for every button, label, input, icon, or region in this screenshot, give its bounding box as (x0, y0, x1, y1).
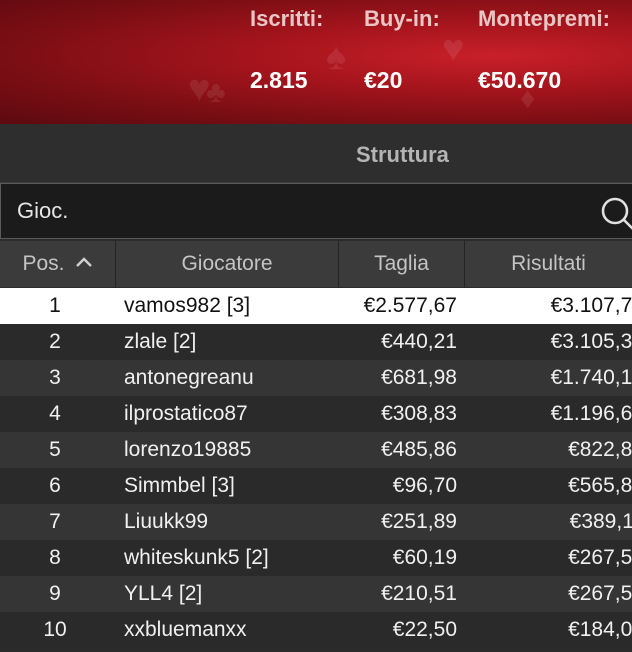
position-cell: 4 (49, 402, 61, 425)
table-row[interactable]: 2 zlale [2] €440,21 €3.105,31 (0, 324, 632, 360)
player-name-cell: vamos982 [3] (124, 294, 251, 317)
position-cell: 7 (49, 510, 61, 533)
table-row[interactable]: 7 Liuukk99 €251,89 €389,11 (0, 504, 632, 540)
player-search-input[interactable] (17, 196, 577, 226)
player-name-cell: zlale [2] (124, 330, 197, 353)
prize-pool-label: Montepremi: (478, 6, 610, 31)
position-cell: 6 (49, 474, 61, 497)
column-header-pos[interactable]: Pos. (0, 241, 116, 287)
player-name-cell: antonegreanu (124, 366, 254, 389)
position-cell: 8 (49, 546, 61, 569)
table-row[interactable]: 9 YLL4 [2] €210,51 €267,57 (0, 576, 632, 612)
table-header: Pos. Giocatore Taglia Risultati (0, 241, 632, 287)
column-header-player[interactable]: Giocatore (116, 241, 339, 287)
table-row[interactable]: 1 vamos982 [3] €2.577,67 €3.107,73 (0, 288, 632, 324)
club-suit-icon: ♣ (206, 76, 226, 109)
player-name-cell: Liuukk99 (124, 510, 209, 533)
result-cell: €822,87 (568, 438, 632, 461)
result-cell: €1.740,17 (550, 366, 632, 389)
player-name-cell: YLL4 [2] (124, 582, 203, 605)
column-header-results[interactable]: Risultati (465, 241, 632, 287)
result-cell: €1.196,64 (550, 402, 632, 425)
result-cell: €3.107,73 (550, 294, 632, 317)
stack-size-cell: €681,98 (381, 366, 457, 389)
tournament-banner: ♥ ♣ ♠ ♥ ♦ Iscritti: 2.815 Buy-in: €20 Mo… (0, 0, 632, 124)
prize-pool-value: €50.670 (478, 67, 562, 93)
stack-size-cell: €251,89 (381, 510, 457, 533)
table-row[interactable]: 3 antonegreanu €681,98 €1.740,17 (0, 360, 632, 396)
position-cell: 1 (49, 294, 61, 317)
result-cell: €3.105,31 (550, 330, 632, 353)
stack-size-cell: €440,21 (381, 330, 457, 353)
position-cell: 2 (49, 330, 61, 353)
table-row[interactable]: 6 Simmbel [3] €96,70 €565,85 (0, 468, 632, 504)
buyin-label: Buy-in: (364, 6, 440, 31)
column-header-pos-label: Pos. (22, 252, 65, 275)
player-name-cell: xxbluemanxx (124, 618, 247, 641)
sort-ascending-icon[interactable] (75, 256, 93, 268)
heart-suit-icon: ♥ (442, 28, 465, 70)
result-cell: €565,85 (568, 474, 632, 497)
spade-suit-icon: ♠ (326, 36, 347, 78)
table-row[interactable]: 8 whiteskunk5 [2] €60,19 €267,57 (0, 540, 632, 576)
entrants-label: Iscritti: (250, 6, 324, 31)
player-name-cell: whiteskunk5 [2] (124, 546, 269, 569)
entrants-value: 2.815 (250, 67, 308, 93)
stack-size-cell: €22,50 (392, 618, 457, 641)
stack-size-cell: €2.577,67 (363, 294, 457, 317)
stack-size-cell: €60,19 (392, 546, 457, 569)
player-name-cell: ilprostatico87 (124, 402, 248, 425)
position-cell: 9 (49, 582, 61, 605)
result-cell: €184,00 (568, 618, 632, 641)
buyin-value: €20 (364, 67, 403, 93)
position-cell: 5 (49, 438, 61, 461)
table-row[interactable]: 5 lorenzo19885 €485,86 €822,87 (0, 432, 632, 468)
stack-size-cell: €210,51 (381, 582, 457, 605)
players-table-body: 1 vamos982 [3] €2.577,67 €3.107,73 2 zlale [2… (0, 288, 632, 648)
table-row[interactable]: 10 xxbluemanxx €22,50 €184,00 (0, 612, 632, 648)
stack-size-cell: €308,83 (381, 402, 457, 425)
tab-bar: Struttura (0, 124, 632, 183)
stack-size-cell: €485,86 (381, 438, 457, 461)
result-cell: €389,11 (569, 510, 632, 533)
position-cell: 10 (43, 618, 67, 641)
tab-struttura[interactable]: Struttura (356, 142, 449, 168)
search-bar (0, 183, 632, 239)
result-cell: €267,57 (568, 582, 632, 605)
result-cell: €267,57 (568, 546, 632, 569)
stack-size-cell: €96,70 (392, 474, 457, 497)
player-name-cell: lorenzo19885 (124, 438, 252, 461)
search-icon[interactable] (599, 196, 632, 232)
table-row[interactable]: 4 ilprostatico87 €308,83 €1.196,64 (0, 396, 632, 432)
column-header-size[interactable]: Taglia (339, 241, 465, 287)
position-cell: 3 (49, 366, 61, 389)
player-name-cell: Simmbel [3] (124, 474, 235, 497)
